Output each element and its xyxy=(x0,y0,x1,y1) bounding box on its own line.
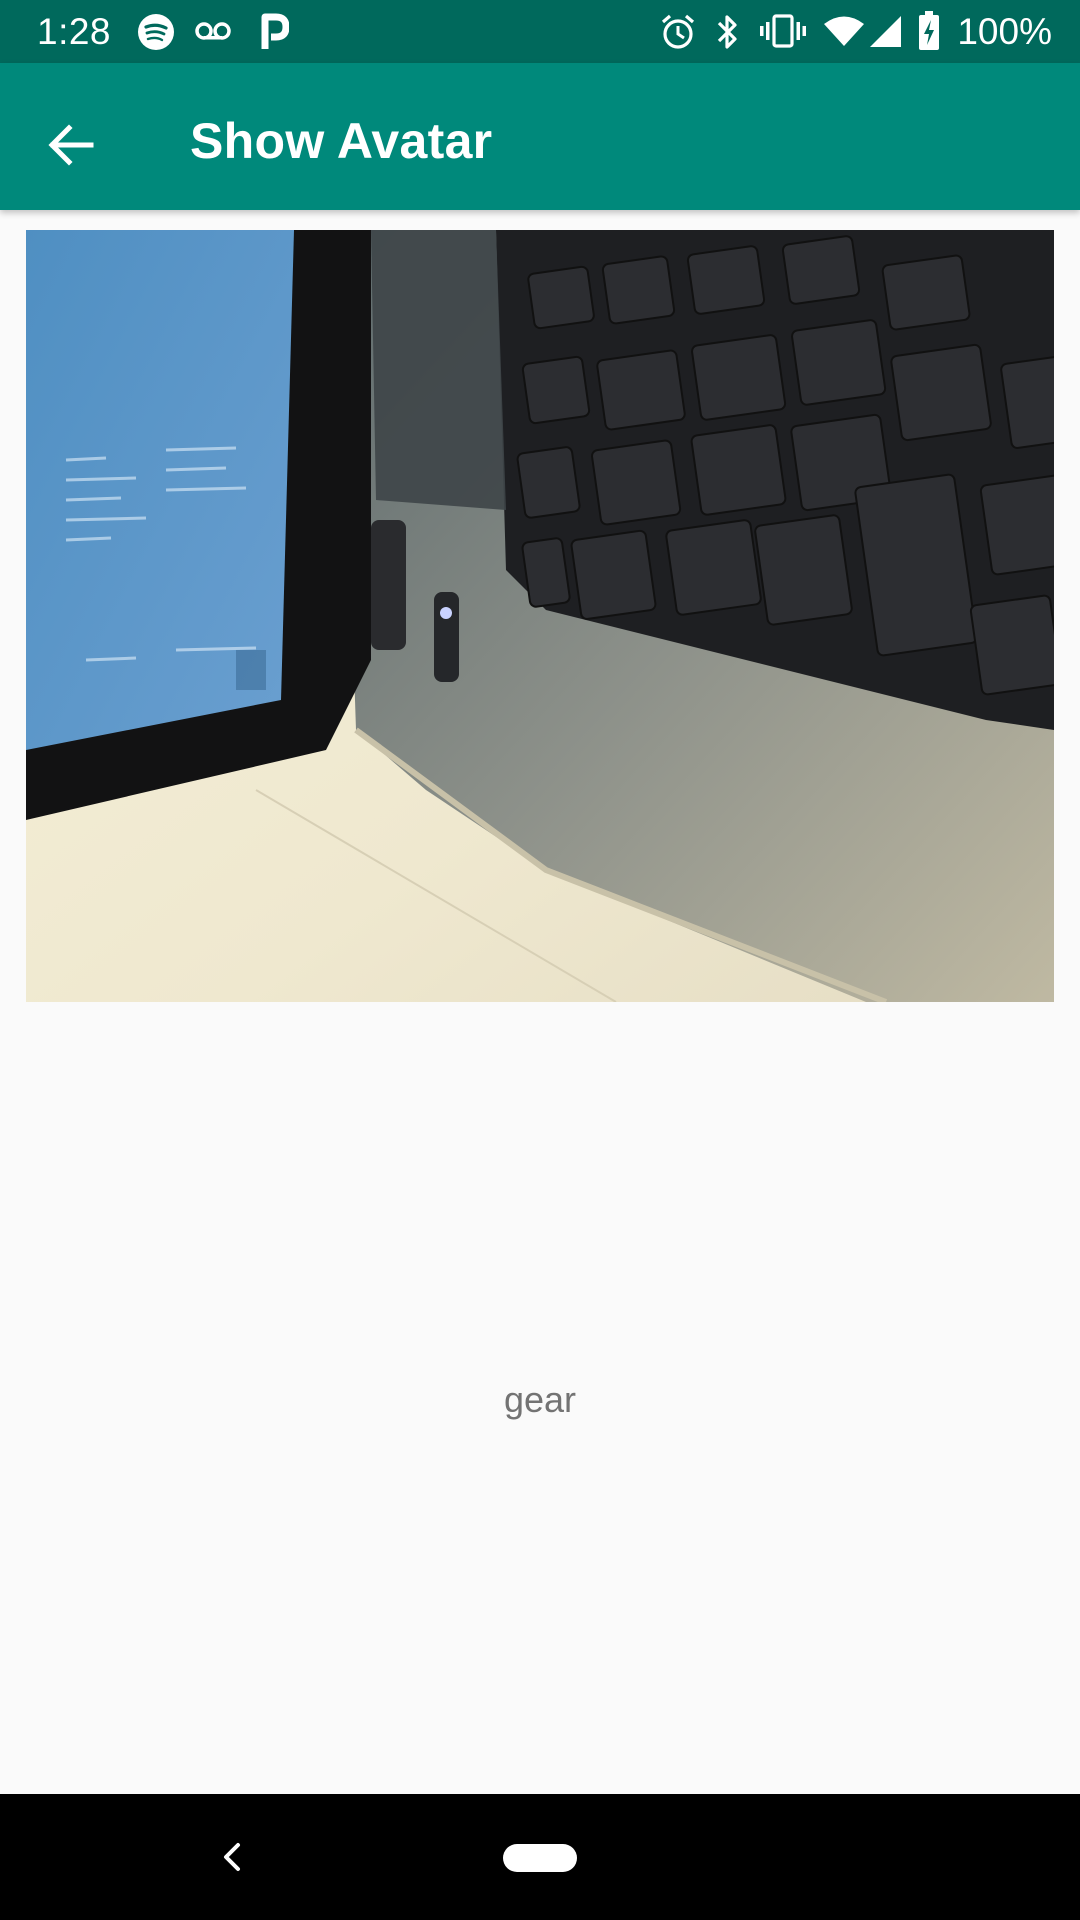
back-button[interactable] xyxy=(31,105,111,185)
page-title: Show Avatar xyxy=(190,113,493,169)
status-bar: 1:28 100% xyxy=(0,0,1080,63)
home-pill-icon[interactable] xyxy=(503,1844,577,1872)
avatar-caption: gear xyxy=(503,1379,577,1420)
battery-percent: 100% xyxy=(957,11,1052,52)
arrow-back-icon xyxy=(48,124,94,166)
nav-back-button[interactable] xyxy=(208,1826,256,1888)
alarm-icon xyxy=(661,14,695,49)
battery-charging-icon xyxy=(919,11,939,50)
vibrate-icon xyxy=(760,14,806,48)
p-app-icon xyxy=(261,13,289,49)
voicemail-icon xyxy=(195,22,231,40)
bluetooth-icon xyxy=(717,15,737,49)
wifi-icon xyxy=(824,16,864,46)
avatar-image[interactable] xyxy=(26,230,1054,1002)
spotify-icon xyxy=(138,14,174,50)
nav-back-icon xyxy=(224,1843,240,1871)
status-time: 1:28 xyxy=(37,11,112,52)
signal-icon xyxy=(870,16,901,47)
app-bar: Show Avatar xyxy=(0,63,1080,210)
